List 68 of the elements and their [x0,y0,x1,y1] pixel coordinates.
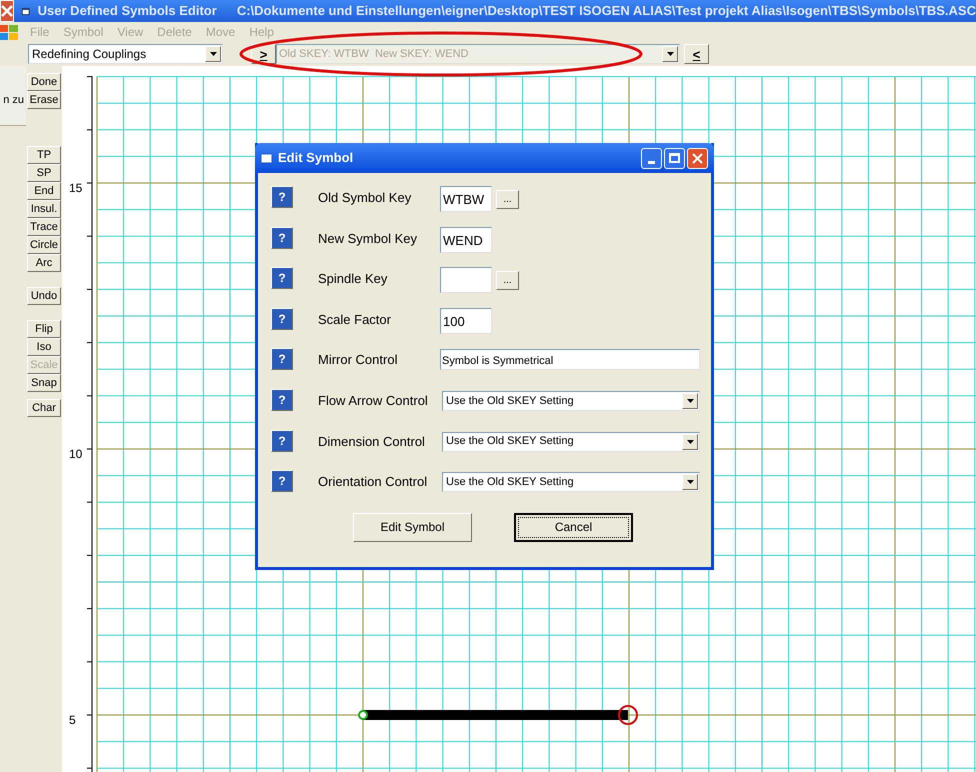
field-label: Mirror Control [318,351,398,370]
tool-button[interactable]: Circle [27,236,61,254]
field-label: Spindle Key [318,270,388,288]
field-label: New Symbol Key [318,230,418,248]
tool-button[interactable]: TP [27,146,61,164]
caret-icon [686,440,694,444]
dropdown-button[interactable] [682,474,698,490]
dialog-button[interactable]: Cancel [514,512,633,542]
tool-button[interactable]: Done [27,73,61,91]
help-button[interactable]: ? [271,348,293,370]
select-field[interactable]: Use the Old SKEY Setting [442,432,700,452]
text-field[interactable]: Symbol is Symmetrical [440,349,700,370]
close-icon [692,152,703,164]
field-label: Old Symbol Key [318,189,412,207]
tool-button[interactable]: Snap [27,374,61,392]
tool-button[interactable]: Insul. [27,200,61,218]
mode-select[interactable]: Redefining Couplings [28,44,223,64]
tool-button[interactable]: End [27,182,61,200]
minimize-button[interactable] [641,148,662,168]
help-button[interactable]: ? [271,470,293,492]
select-field[interactable]: Use the Old SKEY Setting [442,472,700,492]
dialog-title: Edit Symbol [278,149,354,168]
caret-icon [686,480,694,484]
help-button[interactable]: ? [271,308,293,330]
maximize-button[interactable] [664,148,685,168]
caret-icon [686,398,694,403]
help-button[interactable]: ? [271,388,293,411]
window-title: User Defined Symbols Editor [38,2,217,20]
dialog-button[interactable]: Edit Symbol [353,512,472,542]
dropdown-button[interactable] [682,392,698,409]
select-field[interactable]: Use the Old SKEY Setting [442,390,700,411]
field-label: Orientation Control [318,473,428,492]
help-button[interactable]: ? [271,186,293,208]
tool-button[interactable]: SP [27,164,61,182]
tool-button[interactable]: Undo [27,287,61,305]
dropdown-button[interactable] [205,46,221,62]
text-field[interactable]: WEND [440,226,492,253]
dropdown-button[interactable] [682,434,698,450]
tool-button[interactable]: Char [27,399,61,417]
tool-button[interactable]: Iso [27,338,61,356]
side-panel-text: n zu [3,93,24,108]
ruler-label: 15 [69,180,82,197]
ruler-label: 10 [69,446,82,463]
field-label: Dimension Control [318,432,426,451]
browse-button[interactable]: ... [496,271,519,290]
help-button[interactable]: ? [271,430,293,452]
text-field[interactable] [440,267,492,294]
tool-button[interactable]: Flip [27,320,61,338]
windows-logo-icon [0,23,18,41]
text-field[interactable]: WTBW [440,186,492,212]
window-icon [22,6,30,16]
tool-button[interactable]: Trace [27,218,61,236]
help-button[interactable]: ? [271,267,293,290]
help-button[interactable]: ? [271,226,293,249]
close-icon[interactable] [0,0,14,22]
browse-button[interactable]: ... [496,190,519,209]
field-label: Scale Factor [318,310,392,329]
tool-button[interactable]: Erase [27,91,61,109]
close-button[interactable] [687,148,708,168]
previous-button[interactable]: < [684,44,709,64]
ruler-label: 5 [69,712,76,729]
file-path: C:\Dokumente und Einstellungen\eigner\Desktop\TEST ISOGEN ALIAS\Test projekt Alias\Isogen\TBS\Symbols\TBS.ASC [236,2,976,20]
tool-button[interactable]: Arc [27,254,61,272]
text-field[interactable]: 100 [440,308,492,334]
caret-icon [210,52,216,56]
caret-icon [666,52,674,56]
field-label: Flow Arrow Control [318,392,429,410]
window-icon [261,154,272,162]
